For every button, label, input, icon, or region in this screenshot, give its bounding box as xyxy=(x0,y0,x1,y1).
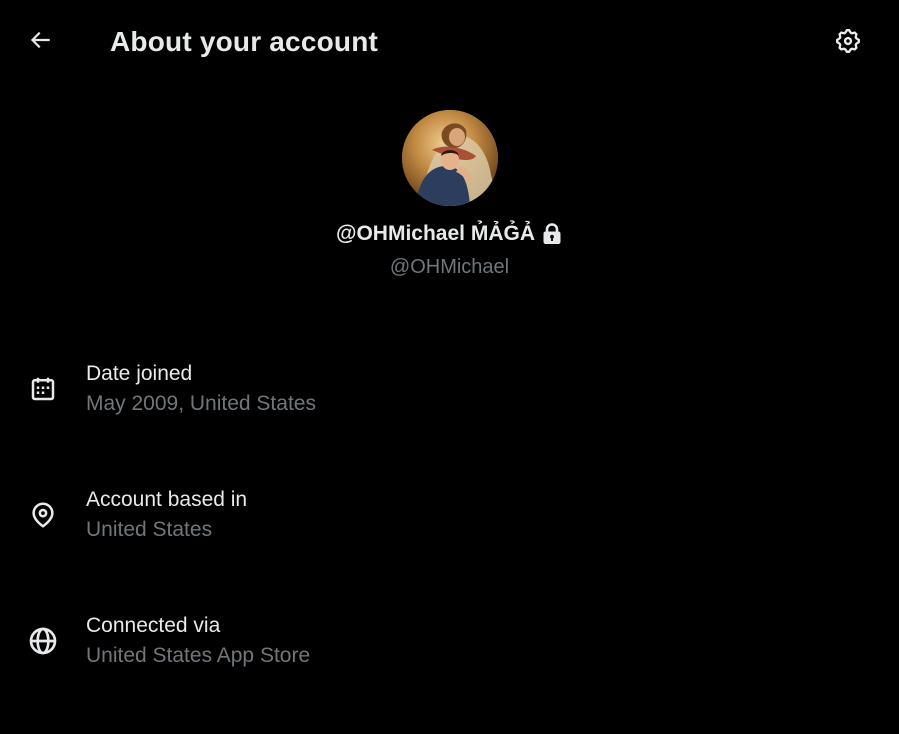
info-item-account-based-in: Account based in United States xyxy=(0,482,899,608)
info-value: United States xyxy=(86,518,213,541)
page-header: About your account xyxy=(0,0,899,84)
settings-button[interactable] xyxy=(826,21,870,65)
calendar-icon xyxy=(26,372,60,406)
display-name: @OHMichael M̉ẢG̉Ả xyxy=(336,222,535,245)
profile-summary: @OHMichael M̉ẢG̉Ả @OHMichael xyxy=(0,110,899,280)
info-item-connected-via: Connected via United States App Store xyxy=(0,608,899,734)
account-info-list: Date joined May 2009, United States Acco… xyxy=(0,356,899,734)
location-pin-icon xyxy=(26,498,60,532)
profile-handle: @OHMichael xyxy=(389,256,510,278)
info-value: May 2009, United States xyxy=(86,392,316,415)
info-value: United States App Store xyxy=(86,644,311,667)
arrow-left-icon xyxy=(27,27,53,58)
info-item-date-joined: Date joined May 2009, United States xyxy=(0,356,899,482)
info-label: Account based in xyxy=(86,488,248,511)
lock-icon xyxy=(541,222,563,246)
display-name-row: @OHMichael M̉ẢG̉Ả xyxy=(0,220,899,248)
info-label: Date joined xyxy=(86,362,193,385)
gear-icon xyxy=(834,27,862,60)
page-title: About your account xyxy=(110,26,379,57)
info-label: Connected via xyxy=(86,614,221,637)
globe-icon xyxy=(26,624,60,658)
profile-avatar[interactable] xyxy=(401,110,498,206)
back-button[interactable] xyxy=(20,22,60,62)
